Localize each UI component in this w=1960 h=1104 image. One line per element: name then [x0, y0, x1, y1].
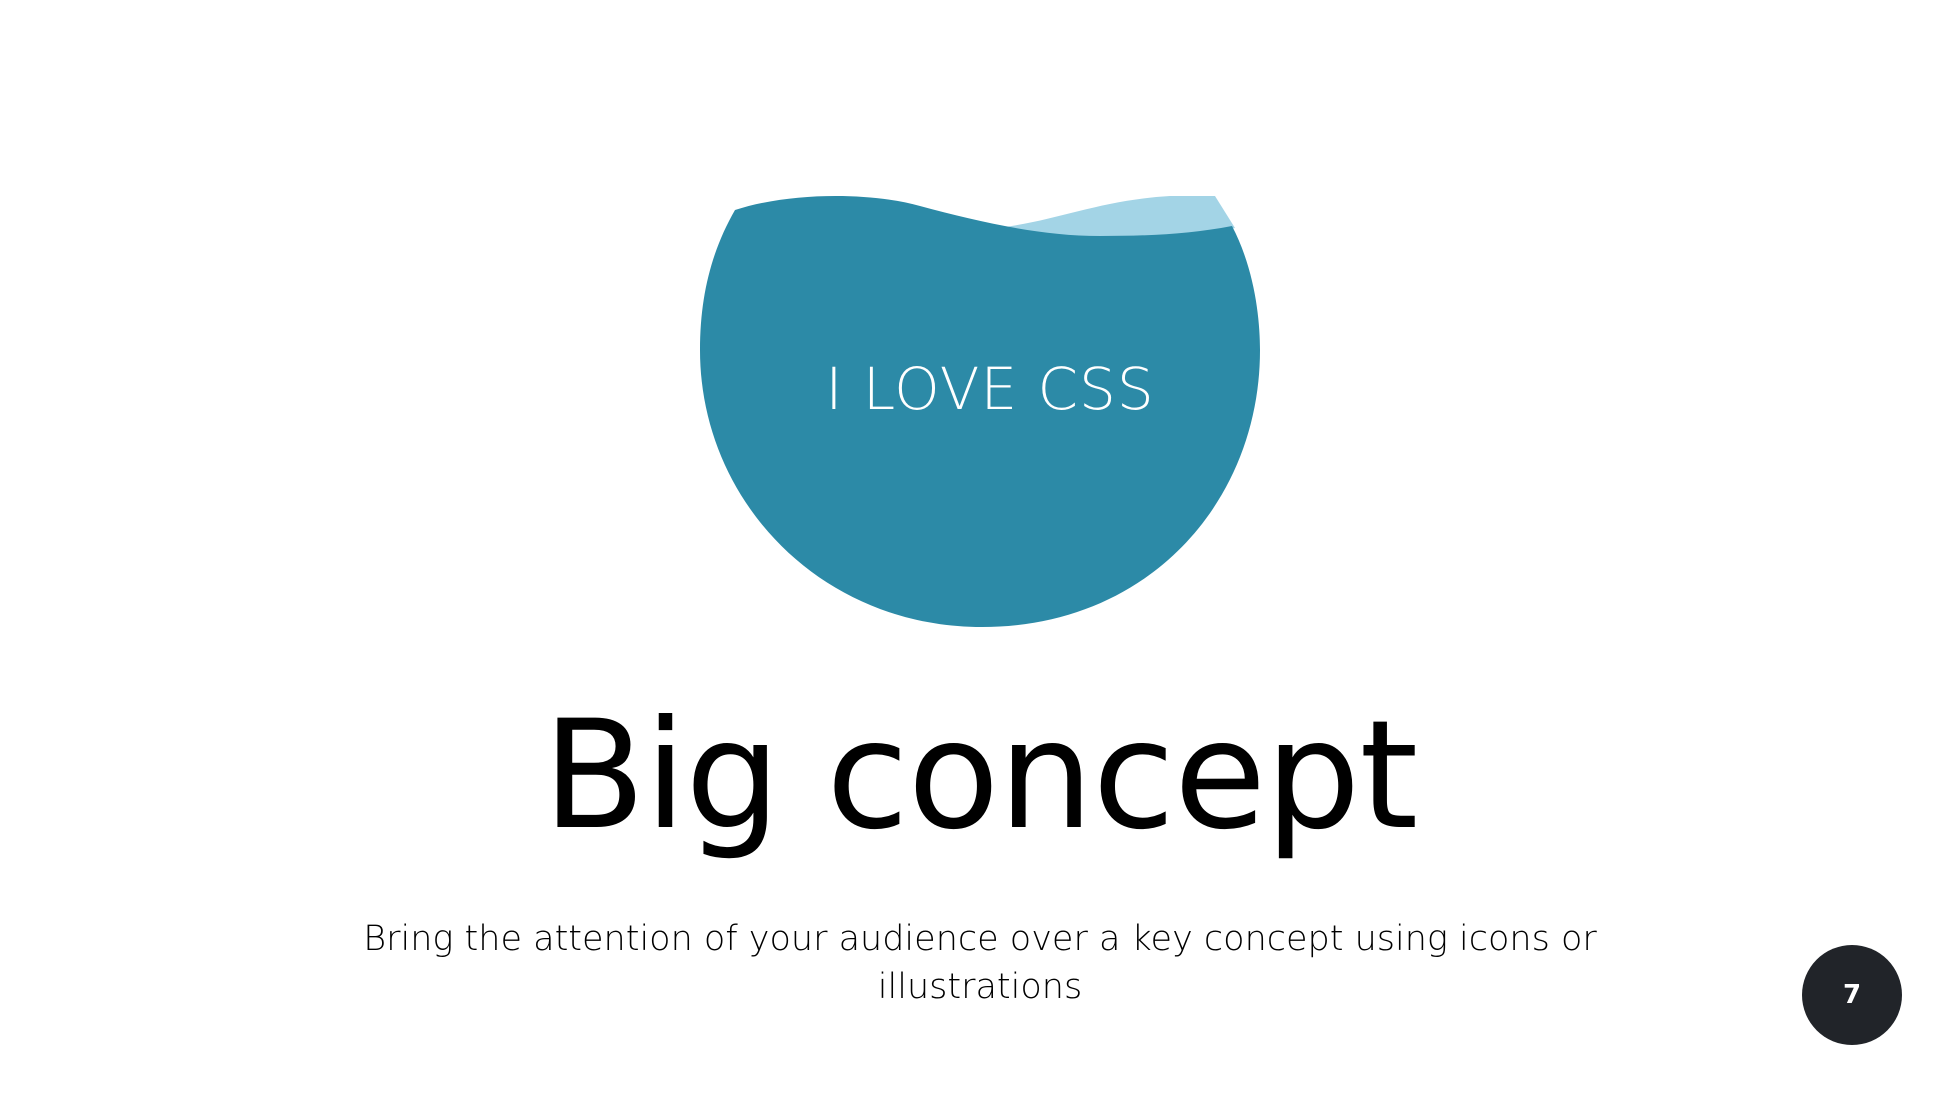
concept-illustration: I LOVE CSS	[680, 180, 1300, 640]
slide-subtitle: Bring the attention of your audience ove…	[363, 919, 1597, 1007]
slide-title: Big concept	[542, 689, 1419, 863]
blob-label: I LOVE CSS	[825, 355, 1155, 423]
page-number-badge: 7	[1802, 945, 1902, 1045]
slide: I LOVE CSS Big concept Bring the attenti…	[0, 0, 1960, 1104]
